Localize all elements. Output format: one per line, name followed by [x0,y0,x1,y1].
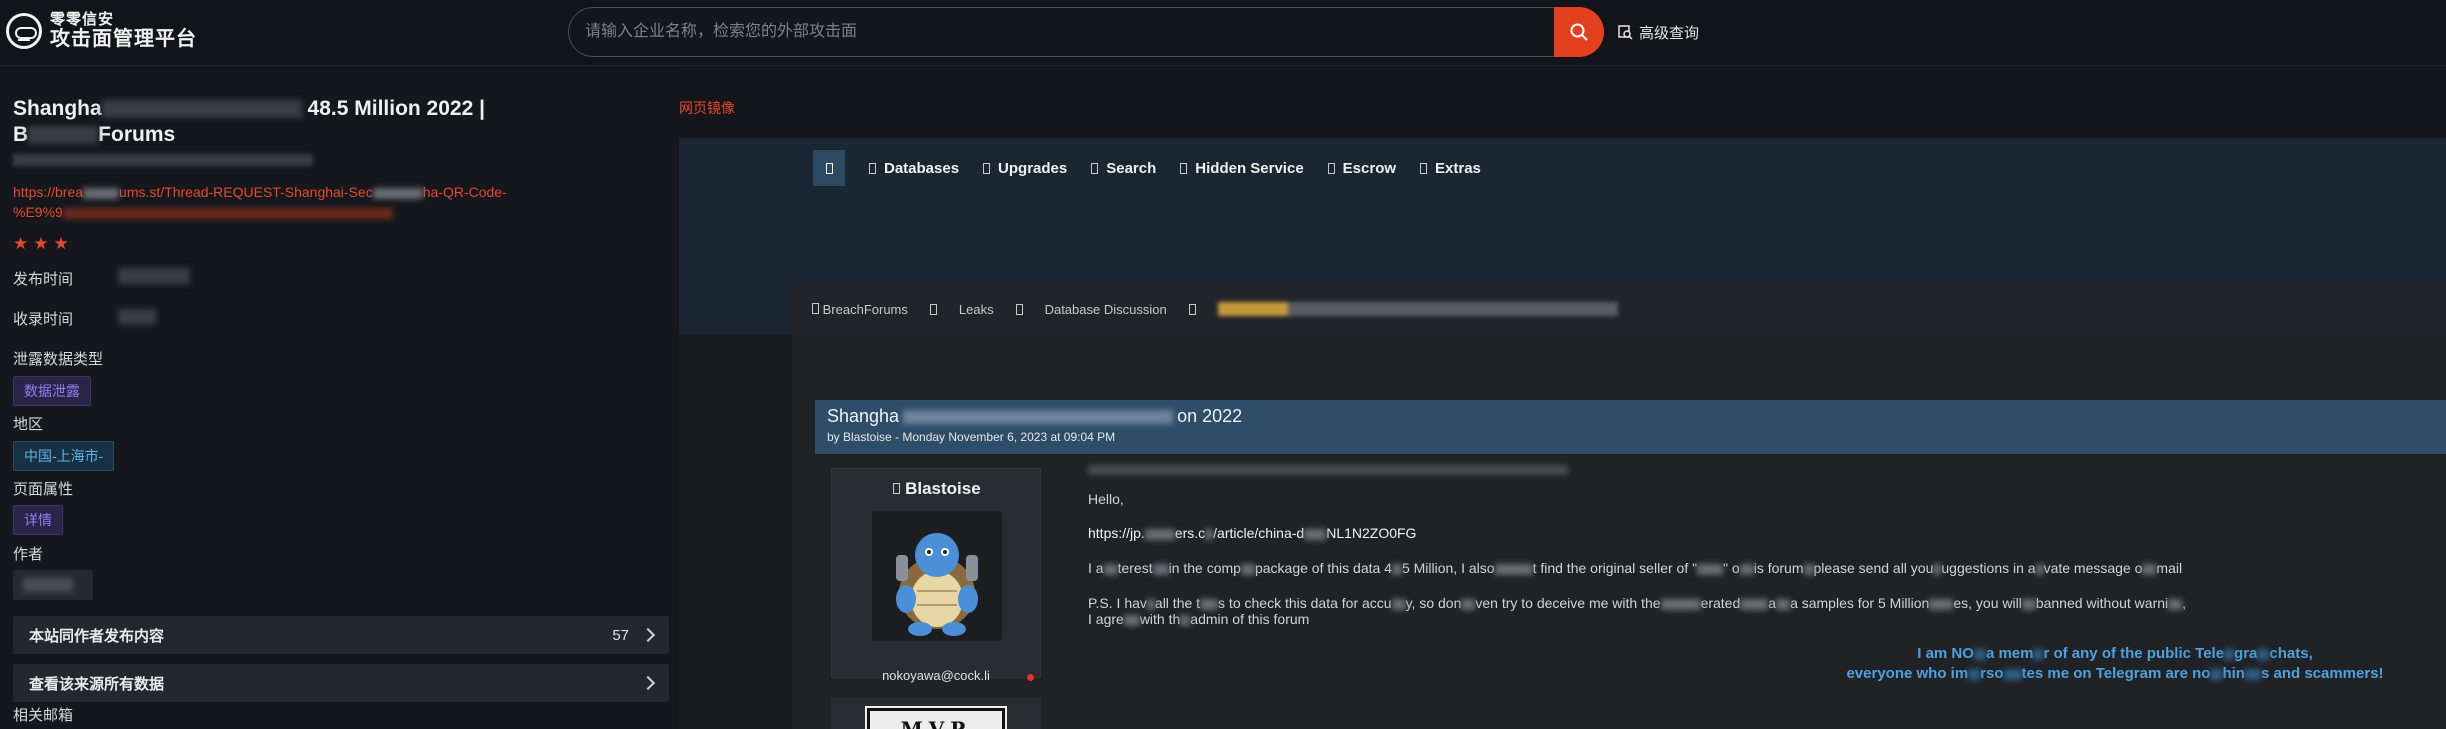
user-email: nokoyawa@cock.li [882,668,990,683]
telegram-notice: I am NO a mem r of any of the public Tele g… [1846,645,2384,682]
search-icon [1570,23,1588,41]
collect-time-label: 收录时间 [13,311,74,328]
same-author-count: 57 [612,626,629,644]
status-dot [1027,674,1034,681]
top-bar: 零零信安 攻击面管理平台 高级查询 [0,0,2446,66]
separator-icon [1188,303,1196,315]
nav-escrow[interactable]: Escrow [1327,160,1396,177]
nav-extras[interactable]: Extras [1420,160,1481,177]
leak-type-tag[interactable]: 数据泄露 [13,376,91,406]
collect-time-value [118,309,156,325]
page-title: Shangha 48.5 Million 2022 | B Forums [13,97,485,146]
brand-sub: 零零信安 [50,11,115,28]
nav-search[interactable]: Search [1091,160,1156,177]
redacted-breadcrumb [1217,302,1618,316]
nav-icon [1180,162,1188,174]
nav-upgrades[interactable]: Upgrades [983,160,1067,177]
redacted-text [28,126,99,145]
user-avatar[interactable] [872,511,1002,641]
view-source-button[interactable]: 查看该来源所有数据 [13,664,669,702]
user-card: Blastoise [831,468,1041,678]
region-tag[interactable]: 中国-上海市- [13,441,115,471]
nav-icon [983,162,991,174]
separator-icon [1015,303,1023,315]
home-icon[interactable] [813,150,845,186]
star-icon: ★ [33,234,49,253]
leak-type-label: 泄露数据类型 [13,351,104,368]
search-bar [568,7,1604,57]
nav-icon [1091,162,1099,174]
brand-main: 攻击面管理平台 [50,28,197,50]
logo-mark-icon [6,12,42,49]
nav-hidden-service[interactable]: Hidden Service [1180,160,1304,177]
chevron-right-icon [640,675,656,691]
nav-icon [1420,162,1428,174]
advanced-search-icon [1618,25,1633,40]
breadcrumb: BreachForums Leaks Database Discussion [792,283,2446,335]
detail-panel: Shangha 48.5 Million 2022 | B Forums http… [0,66,680,729]
nav-databases[interactable]: Databases [869,160,959,177]
rating-stars: ★ ★ ★ [13,234,69,254]
post-paragraph-2: P.S. I hav all the ts to check this data … [1088,595,2187,611]
author-label: 作者 [13,546,44,563]
post-link[interactable]: https://jp. ers.c/article/china-d NL1N2ZO0… [1088,525,1416,541]
breadcrumb-item[interactable]: Database Discussion [1045,302,1167,317]
mirror-label: 网页镜像 [679,100,735,116]
redacted-text [101,100,302,119]
search-button[interactable] [1554,7,1604,57]
separator-icon [929,303,937,315]
page-attr-label: 页面属性 [13,481,74,498]
mvp-badge-card: MVP [831,698,1041,729]
thread-header: Shangha on 2022 by Blastoise - Monday Nov… [815,400,2446,454]
search-input[interactable] [568,7,1554,57]
mvp-badge: MVP [865,706,1007,729]
forum-nav: Databases Upgrades Search Hidden Service… [813,150,1481,186]
author-tag[interactable] [13,570,93,600]
page-attr-tag[interactable]: 详情 [13,505,63,535]
publish-time-label: 发布时间 [13,271,74,288]
blastoise-avatar-icon [872,511,1002,641]
redacted-text [1088,465,1568,475]
logo[interactable]: 零零信安 攻击面管理平台 [6,12,197,49]
advanced-search-label: 高级查询 [1639,25,1700,42]
breadcrumb-item[interactable]: BreachForums [812,302,908,317]
page-subtitle [13,154,313,166]
advanced-search-link[interactable]: 高级查询 [1618,22,1699,43]
region-label: 地区 [13,416,44,433]
chevron-right-icon [640,627,656,643]
star-icon: ★ [13,234,29,253]
same-author-button[interactable]: 本站同作者发布内容 57 [13,616,669,654]
publish-time-value [118,268,190,284]
post-greeting: Hello, [1088,491,1124,507]
username[interactable]: Blastoise [832,479,1042,499]
star-icon: ★ [53,234,69,253]
thread-title: Shangha on 2022 [827,406,1243,426]
post-paragraph-3: I agre with th admin of this forum [1088,611,1310,627]
related-email-label: 相关邮箱 [13,707,74,724]
breadcrumb-item[interactable]: Leaks [959,302,994,317]
post-paragraph-1: I a terest in the comp package of this data… [1088,560,2183,576]
nav-icon [1327,162,1335,174]
thread-byline: by Blastoise - Monday November 6, 2023 a… [827,430,1116,444]
source-url-link[interactable]: https://brea ums.st/Thread-REQUEST-Shangh… [13,182,533,222]
nav-icon [869,162,876,174]
forum-left-strip [679,334,792,729]
